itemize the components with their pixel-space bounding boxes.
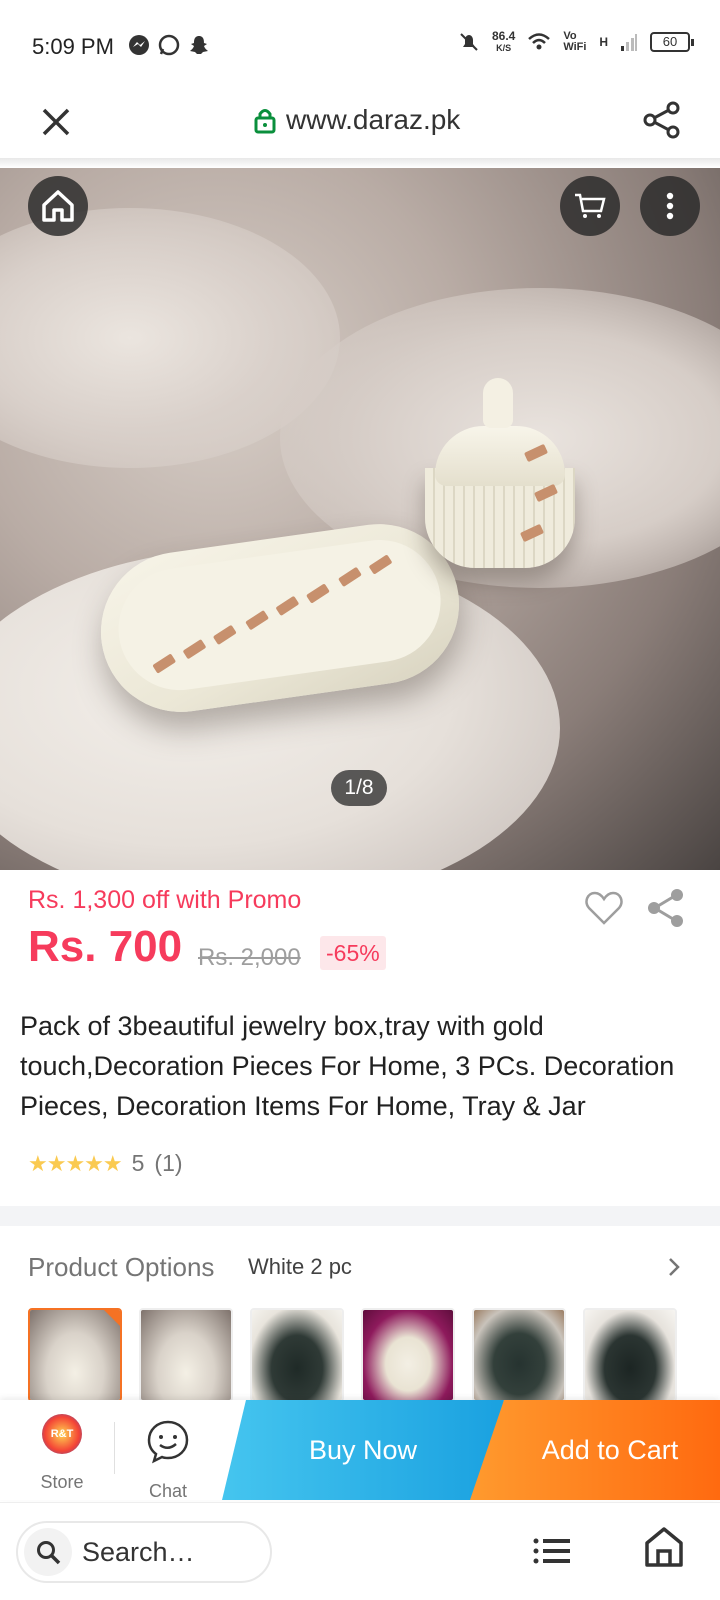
thumbnail-image [30, 1310, 120, 1400]
signal-type: H [599, 35, 608, 49]
snapchat-icon [190, 36, 208, 54]
option-thumbnail[interactable] [361, 1308, 455, 1402]
discount-badge: -65% [320, 936, 386, 970]
product-title[interactable]: Pack of 3beautiful jewelry box,tray with… [20, 1006, 700, 1126]
search-icon-wrapper [24, 1528, 72, 1576]
store-label: Store [40, 1472, 84, 1492]
home-button[interactable] [28, 176, 88, 236]
signal-icon [621, 34, 637, 51]
option-thumbnail[interactable] [583, 1308, 677, 1402]
lock-icon [254, 109, 276, 134]
option-thumbnail[interactable] [250, 1308, 344, 1402]
product-image-gallery[interactable]: 1/8 [0, 168, 720, 870]
product-options-label[interactable]: Product Options [28, 1252, 214, 1283]
thumbnail-image [585, 1310, 675, 1400]
rating-stars: ★★★★★ [28, 1150, 123, 1176]
option-thumbnail[interactable] [139, 1308, 233, 1402]
cart-icon [575, 193, 606, 218]
thumbnail-image [474, 1310, 564, 1400]
product-share-icon[interactable] [644, 886, 688, 930]
section-divider [0, 1206, 720, 1226]
net-speed-unit: K/S [496, 43, 512, 53]
thumbnail-image [141, 1310, 231, 1400]
chat-label: Chat [148, 1481, 188, 1501]
url-display[interactable]: www.daraz.pk [254, 104, 460, 136]
purchase-action-bar: R&T Store Chat Buy Now Add to Cart [0, 1400, 720, 1502]
wifi-icon [528, 33, 551, 50]
search-icon [37, 1541, 61, 1565]
browser-bar-shadow [0, 158, 720, 168]
notification-icons [128, 34, 210, 56]
image-jar [425, 378, 585, 568]
net-speed-value: 86.4 [491, 29, 516, 43]
store-button[interactable]: R&T Store [24, 1414, 100, 1493]
chevron-right-icon[interactable] [664, 1254, 684, 1280]
status-indicators: 86.4 K/S Vo WiFi H 60 [458, 30, 694, 54]
rating-score: 5 [131, 1150, 145, 1176]
product-rating[interactable]: ★★★★★ 5 (1) [28, 1150, 183, 1177]
buy-now-button[interactable]: Buy Now [222, 1400, 504, 1500]
close-icon[interactable] [38, 104, 74, 140]
option-thumbnails [28, 1308, 677, 1402]
rating-count: (1) [154, 1150, 183, 1176]
status-bar: 5:09 PM 86.4 K/S Vo WiFi H 60 [0, 0, 720, 92]
selected-option[interactable]: White 2 pc [248, 1254, 352, 1280]
browser-bar: www.daraz.pk [0, 92, 720, 162]
thumbnail-image [252, 1310, 342, 1400]
search-placeholder: Search… [82, 1536, 195, 1567]
nav-home-icon[interactable] [644, 1525, 684, 1569]
status-time: 5:09 PM [32, 34, 114, 59]
bottom-navigation: Search… [0, 1502, 720, 1600]
thumbnail-image [363, 1310, 453, 1400]
chat-smile-icon [147, 1420, 189, 1464]
list-menu-icon[interactable] [532, 1531, 572, 1571]
action-separator [114, 1422, 115, 1474]
add-to-cart-button[interactable]: Add to Cart [470, 1400, 720, 1500]
messenger-icon [129, 35, 149, 55]
whatsapp-icon [158, 34, 180, 56]
wishlist-heart-icon[interactable] [584, 890, 624, 926]
more-options-button[interactable] [640, 176, 700, 236]
cart-button[interactable] [560, 176, 620, 236]
net-speed: 86.4 K/S [492, 30, 515, 54]
store-logo: R&T [42, 1414, 82, 1454]
original-price: Rs. 2,000 [198, 944, 301, 971]
image-jar-lid [435, 426, 565, 486]
more-vertical-icon [666, 192, 674, 220]
share-icon[interactable] [640, 98, 684, 142]
chat-button[interactable]: Chat [130, 1418, 206, 1502]
battery-indicator: 60 [650, 32, 694, 52]
vowifi-label: Vo WiFi [563, 30, 587, 53]
search-bar[interactable]: Search… [16, 1521, 272, 1583]
url-text: www.daraz.pk [286, 104, 461, 135]
image-counter: 1/8 [331, 770, 387, 806]
current-price: Rs. 700 [28, 922, 183, 971]
promo-text: Rs. 1,300 off with Promo [28, 886, 302, 914]
image-jar-knob [483, 378, 513, 428]
home-icon [42, 190, 74, 222]
option-thumbnail[interactable] [472, 1308, 566, 1402]
option-thumbnail[interactable] [28, 1308, 122, 1402]
mute-bell-icon [460, 33, 478, 51]
